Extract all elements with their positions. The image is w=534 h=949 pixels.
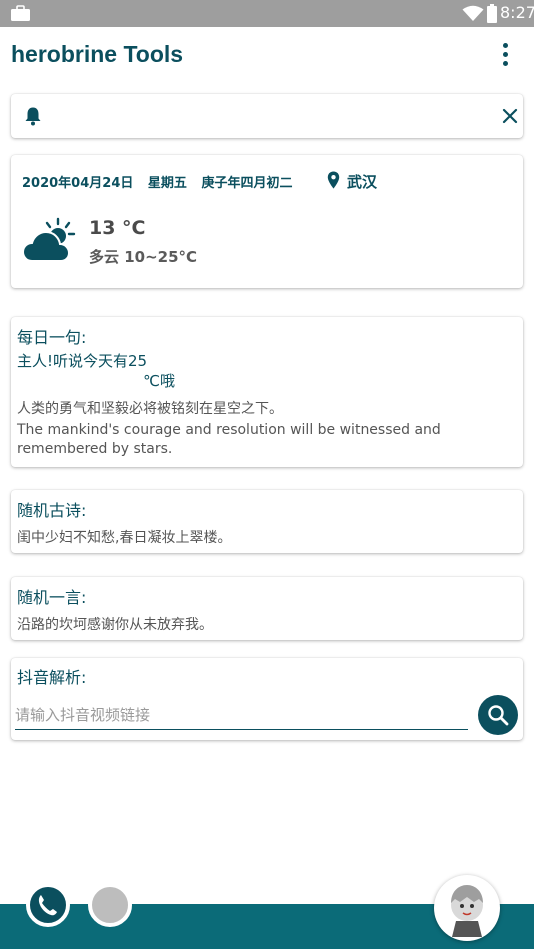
search-icon <box>488 705 509 726</box>
date-line: 2020年04月24日 星期五 庚子年四月初二 <box>22 172 302 191</box>
weather-condition: 多云 10~25°C <box>89 248 198 266</box>
status-bar: 8:27 <box>0 0 534 27</box>
daily-quote-title: 每日一句: <box>17 328 87 347</box>
greeting-line-1: 主人!听说今天有25 <box>17 352 148 370</box>
greeting-line-2: ℃哦 <box>143 372 175 390</box>
city-name: 武汉 <box>347 173 378 191</box>
random-poem-title: 随机古诗: <box>17 501 87 520</box>
random-saying-text: 沿路的坎坷感谢你从未放弃我。 <box>17 617 213 633</box>
phone-button[interactable] <box>26 883 70 927</box>
notice-bar <box>11 94 523 138</box>
avatar[interactable] <box>434 875 500 941</box>
weekday: 星期五 <box>147 176 187 191</box>
secondary-button[interactable] <box>88 883 132 927</box>
lunar-date: 庚子年四月初二 <box>201 176 293 191</box>
anime-avatar-icon <box>451 885 483 937</box>
random-saying-title: 随机一言: <box>17 588 87 607</box>
douyin-search-button[interactable] <box>478 695 518 735</box>
battery-icon <box>487 4 497 23</box>
temperature: 13 °C <box>89 217 146 239</box>
quote-chinese: 人类的勇气和坚毅必将被铭刻在星空之下。 <box>17 401 283 417</box>
close-icon[interactable] <box>501 107 519 125</box>
quote-english: The mankind's courage and resolution wil… <box>17 422 441 457</box>
douyin-parse-card: 抖音解析: <box>11 658 523 740</box>
app-title: herobrine Tools <box>11 41 184 67</box>
weather-greeting: 主人!听说今天有25 ℃哦 <box>17 351 187 391</box>
daily-quote-card: 每日一句: 主人!听说今天有25 ℃哦 人类的勇气和坚毅必将被铭刻在星空之下。 … <box>11 317 523 467</box>
map-pin-icon <box>327 171 340 189</box>
bell-icon <box>25 107 41 126</box>
random-poem-text: 闺中少妇不知愁,春日凝妆上翠楼。 <box>17 530 232 546</box>
date: 2020年04月24日 <box>22 176 134 191</box>
phone-icon <box>38 895 57 916</box>
app-bar: herobrine Tools <box>0 27 534 85</box>
douyin-parse-title: 抖音解析: <box>17 668 87 687</box>
douyin-link-input[interactable] <box>15 700 468 730</box>
briefcase-icon <box>11 5 30 21</box>
date-weather-card: 2020年04月24日 星期五 庚子年四月初二 武汉 13 °C 多云 10~2… <box>11 155 523 288</box>
wifi-icon <box>462 5 484 21</box>
cloudy-sun-icon <box>22 217 76 262</box>
status-time: 8:27 <box>500 3 534 22</box>
random-poem-card[interactable]: 随机古诗: 闺中少妇不知愁,春日凝妆上翠楼。 <box>11 490 523 553</box>
random-saying-card[interactable]: 随机一言: 沿路的坎坷感谢你从未放弃我。 <box>11 577 523 640</box>
more-vert-icon[interactable] <box>494 41 518 69</box>
